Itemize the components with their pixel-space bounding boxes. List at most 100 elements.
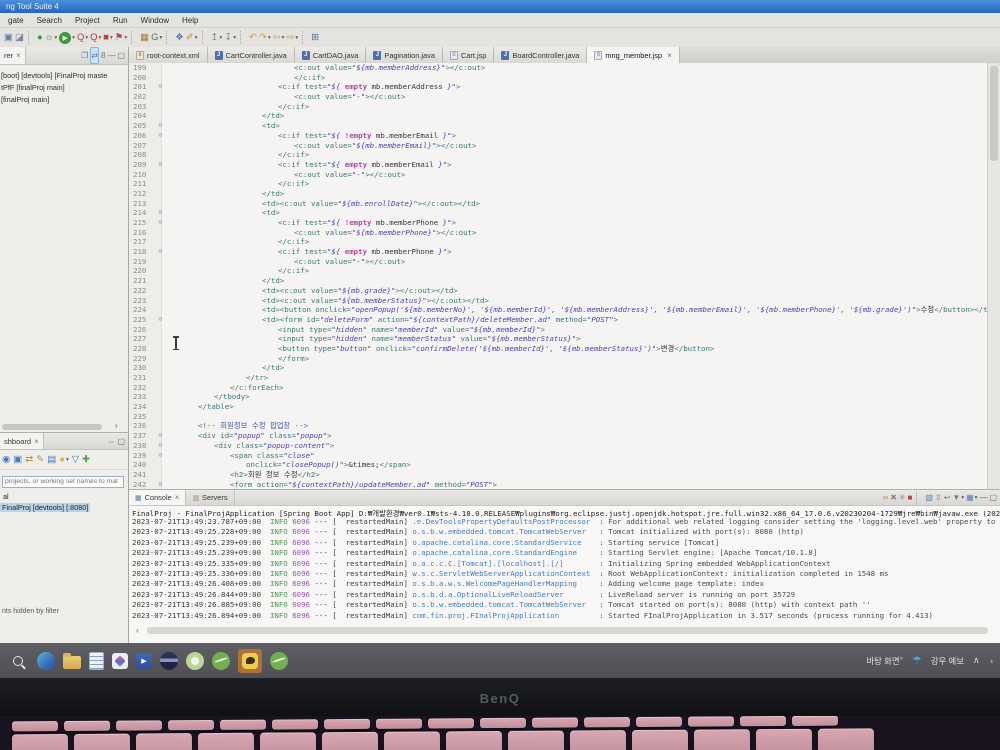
- menu-item[interactable]: Run: [113, 16, 128, 25]
- fold-marker-icon: ⊖: [155, 451, 166, 461]
- search-icon[interactable]: [7, 650, 29, 672]
- dashboard-filter-icon[interactable]: ▽: [72, 452, 79, 467]
- menu-item[interactable]: Window: [141, 16, 169, 25]
- toolbar-run-icon[interactable]: ▶▾: [59, 30, 75, 45]
- dashboard-open-web-icon[interactable]: ◉: [2, 452, 10, 467]
- explorer-maximize-icon[interactable]: ▢: [117, 48, 125, 63]
- tab-boot-dashboard[interactable]: shboard ×: [0, 433, 44, 449]
- scroll-right-arrow-icon[interactable]: ›: [115, 421, 118, 430]
- close-icon[interactable]: ×: [16, 51, 21, 60]
- menu-item[interactable]: Help: [182, 16, 198, 25]
- toolbar-stop-icon[interactable]: ■▾: [103, 30, 113, 45]
- console-pin-icon[interactable]: ▼▾: [952, 490, 964, 505]
- toolbar-new-wizard-icon[interactable]: ▣: [4, 30, 13, 45]
- tab-console[interactable]: ▦ Console ×: [129, 490, 186, 505]
- tab-Cart.jsp[interactable]: ≡Cart.jsp: [443, 47, 494, 63]
- toolbar-spring-boot-icon[interactable]: ●: [37, 30, 43, 45]
- eclipse-icon[interactable]: [160, 652, 178, 670]
- explorer-link-editor-icon[interactable]: ⇄: [90, 47, 99, 64]
- toolbar-relaunch-icon[interactable]: ⚑▾: [115, 30, 127, 45]
- spring-icon[interactable]: [212, 652, 230, 670]
- dashboard-tree-root[interactable]: al: [0, 492, 128, 501]
- dashboard-monitor-icon[interactable]: ▣: [13, 452, 22, 467]
- toolbar-back-history-icon[interactable]: ↶: [249, 30, 257, 45]
- toolbar-forward-history-icon[interactable]: ↷▾: [259, 30, 271, 45]
- console-remove-all-terminated-icon[interactable]: ✳: [899, 490, 906, 505]
- kakaotalk-icon[interactable]: [238, 649, 262, 673]
- tab-root-context.xml[interactable]: xroot-context.xml: [129, 47, 208, 63]
- edge-icon[interactable]: [37, 652, 55, 670]
- dashboard-selected-project[interactable]: FinalProj [devtools] [:8080]: [0, 503, 90, 512]
- menu-item[interactable]: Project: [75, 16, 100, 25]
- dashboard-bulb-icon[interactable]: ●▾: [59, 452, 69, 467]
- dashboard-edit-config-icon[interactable]: ✎: [36, 452, 44, 467]
- toolbar-next-edit-icon[interactable]: ↧▾: [224, 30, 236, 45]
- dashboard-restart-icon[interactable]: ⇄: [25, 452, 33, 467]
- scroll-left-arrow-icon[interactable]: ‹: [136, 626, 139, 635]
- window-titlebar[interactable]: ng Tool Suite 4: [0, 0, 1000, 13]
- weather-umbrella-icon[interactable]: ☂: [912, 654, 922, 667]
- code-editor[interactable]: 199<c:out value="${mb.memberAddress}"></…: [129, 63, 988, 490]
- toolbar-palette-icon[interactable]: ❖: [175, 30, 184, 45]
- console-maximize-icon[interactable]: ▢: [989, 490, 997, 505]
- toolbar-back-icon[interactable]: ⇦▾: [273, 30, 285, 45]
- tab-CartDAO.java[interactable]: JCartDAO.java: [295, 47, 367, 63]
- dashboard-header-maximize-icon[interactable]: ▢: [117, 434, 125, 449]
- toolbar-new-package-icon[interactable]: ▦: [140, 30, 149, 45]
- tab-CartController.java[interactable]: JCartController.java: [208, 47, 295, 63]
- close-icon[interactable]: ×: [34, 437, 39, 446]
- toolbar-prev-edit-icon[interactable]: ↥▾: [211, 30, 223, 45]
- close-tab-icon[interactable]: ×: [667, 51, 672, 60]
- explorer-minimize-icon[interactable]: —: [107, 48, 115, 63]
- console-open-console-icon[interactable]: ▦▾: [966, 490, 977, 505]
- weather-label[interactable]: 강우 예보: [931, 655, 964, 667]
- code-line: 212</td>: [129, 189, 988, 199]
- editor-vscrollbar[interactable]: [987, 63, 1000, 490]
- keyboard-key: [116, 720, 162, 730]
- dashboard-add-icon[interactable]: ✚: [82, 452, 90, 467]
- tray-expand-icon[interactable]: ∧: [973, 655, 980, 666]
- console-word-wrap-icon[interactable]: ↩: [944, 490, 951, 505]
- dashboard-open-console-icon[interactable]: ▤: [47, 452, 56, 467]
- notepad-icon[interactable]: [89, 652, 104, 670]
- photos-icon[interactable]: [112, 653, 128, 669]
- console-minimize-icon[interactable]: —: [979, 490, 987, 505]
- menu-item[interactable]: gate: [8, 16, 24, 25]
- tab-Pagination.java[interactable]: JPagination.java: [366, 47, 443, 63]
- console-terminate-icon[interactable]: ■: [908, 490, 913, 505]
- spring2-icon[interactable]: [270, 652, 288, 670]
- console-remove-launch-icon[interactable]: ✖: [890, 490, 897, 505]
- explorer-item[interactable]: [finalProj main]: [0, 93, 128, 105]
- console-launch-link-icon[interactable]: ∞: [883, 490, 889, 505]
- desktop-toolbar-label[interactable]: 바탕 화면»: [866, 655, 903, 667]
- console-log[interactable]: 2023-07-21T13:49:23.787+09:00 INFO 6096 …: [132, 517, 1000, 625]
- console-clear-icon[interactable]: ▧: [925, 490, 933, 505]
- tab-package-explorer[interactable]: rer ×: [0, 47, 26, 64]
- tab-BoardController.java[interactable]: JBoardController.java: [494, 47, 587, 63]
- toolbar-open-resource-icon[interactable]: ◪: [15, 30, 24, 45]
- speaker-icon[interactable]: ◖: [989, 656, 994, 666]
- explorer-icon[interactable]: [63, 656, 81, 669]
- toolbar-profile-icon[interactable]: Q▾: [77, 30, 88, 45]
- sts-icon[interactable]: [186, 652, 204, 670]
- toolbar-debug-icon[interactable]: ☼▾: [45, 30, 57, 45]
- explorer-item[interactable]: [boot] [devtools] [FinalProj maste: [0, 69, 128, 81]
- toolbar-perspective-icon[interactable]: ⊞: [311, 30, 319, 45]
- media-icon[interactable]: [136, 653, 152, 669]
- explorer-focus-task-icon[interactable]: 8: [101, 48, 105, 63]
- close-icon[interactable]: ×: [175, 493, 180, 502]
- explorer-collapse-all-icon[interactable]: ❐: [81, 48, 88, 63]
- dashboard-filter-input[interactable]: [2, 476, 124, 488]
- tab-mng_member.jsp[interactable]: ≡mng_member.jsp×: [587, 47, 679, 63]
- explorer-hscrollbar[interactable]: [2, 424, 102, 430]
- toolbar-brush-icon[interactable]: ✐▾: [186, 30, 198, 45]
- toolbar-external-tools-icon[interactable]: Q▾: [90, 30, 101, 45]
- toolbar-forward-icon[interactable]: ⇨▾: [286, 30, 298, 45]
- console-scroll-lock-icon[interactable]: ⇳: [935, 490, 942, 505]
- menu-item[interactable]: Search: [37, 16, 62, 25]
- console-hscrollbar[interactable]: [147, 627, 988, 634]
- toolbar-git-icon[interactable]: G▾: [151, 30, 162, 45]
- explorer-item[interactable]: tPfF [finalProj main]: [0, 81, 128, 93]
- dashboard-header-menu-icon[interactable]: ⇔: [107, 434, 115, 449]
- tab-servers[interactable]: ▥ Servers: [186, 490, 234, 505]
